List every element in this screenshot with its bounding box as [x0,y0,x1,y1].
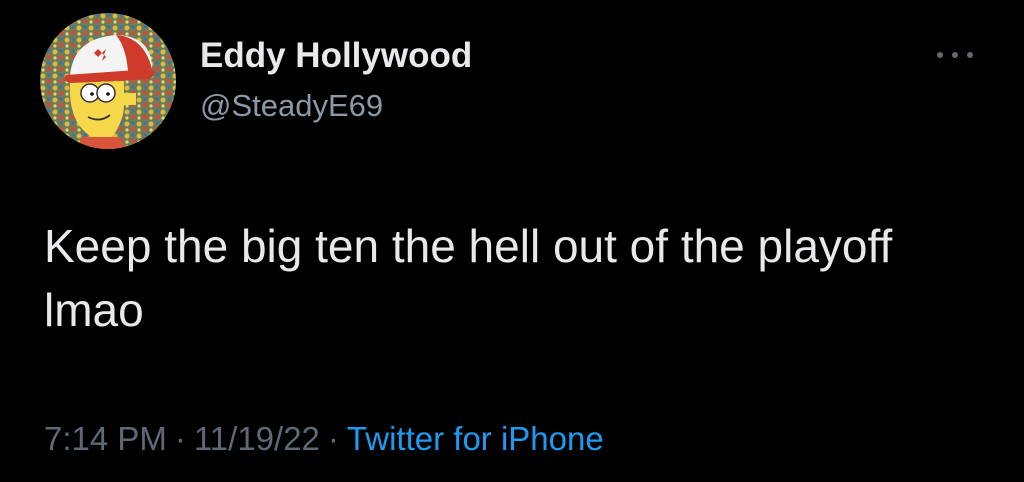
tweet-text: Keep the big ten the hell out of the pla… [44,220,893,336]
avatar[interactable] [40,13,176,149]
tweet-time[interactable]: 7:14 PM [44,420,167,457]
meta-separator: · [327,420,339,457]
cartoon-avatar-icon [40,13,176,149]
tweet-source-link[interactable]: Twitter for iPhone [347,420,604,457]
user-handle[interactable]: @SteadyE69 [200,88,383,124]
tweet: Eddy Hollywood @SteadyE69 Keep the big t… [0,0,1024,482]
tweet-meta: 7:14 PM · 11/19/22 · Twitter for iPhone [44,420,604,458]
meta-separator: · [174,420,186,457]
display-name[interactable]: Eddy Hollywood [200,36,472,76]
more-options-icon[interactable] [930,40,980,70]
tweet-date[interactable]: 11/19/22 [194,420,320,457]
